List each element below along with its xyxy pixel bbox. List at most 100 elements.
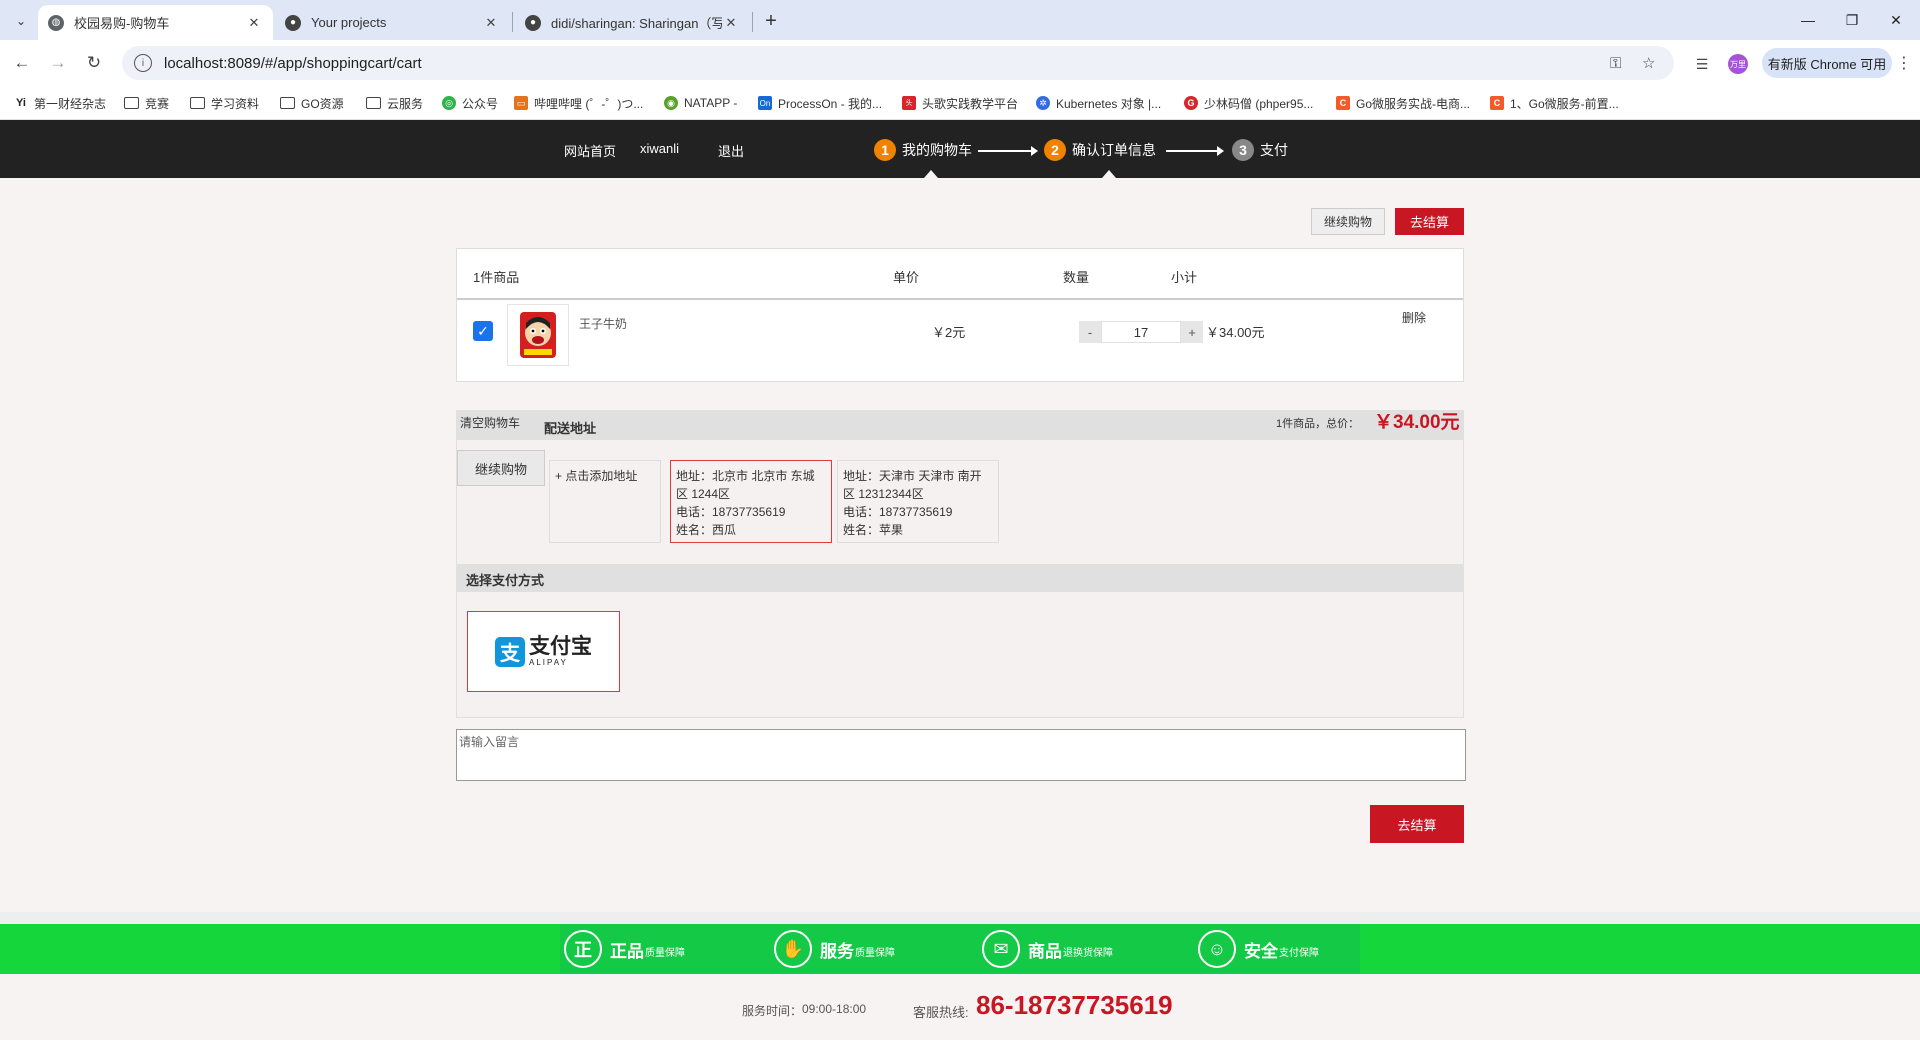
folder-icon: [366, 97, 381, 109]
mail-icon: ✉: [982, 930, 1020, 968]
product-price: ￥2元: [932, 325, 966, 340]
product-name[interactable]: 王子牛奶: [579, 315, 627, 332]
tab-separator: [752, 12, 753, 32]
bookmark-label: 学习资料: [211, 96, 260, 111]
media-playlist-icon[interactable]: ☰: [1692, 54, 1712, 74]
folder-icon: [280, 97, 295, 109]
bookmark-label: Kubernetes 对象 |...: [1056, 96, 1162, 111]
bookmark-star-icon[interactable]: ☆: [1642, 46, 1655, 80]
wechat-icon: ◎: [442, 96, 456, 110]
service-time-label: 服务时间：: [742, 1004, 803, 1018]
arrow-right-icon: [1031, 146, 1038, 156]
promise-strip: 正 正品 质量保障 ✋ 服务 质量保障 ✉ 商品 退换货保障 ☺ 安全 支付保障: [560, 924, 1360, 974]
bookmark-label: 公众号: [462, 96, 499, 111]
tab-separator: [512, 12, 513, 32]
bookmark-folder[interactable]: 学习资料: [190, 94, 259, 112]
password-key-icon[interactable]: ⚿: [1610, 46, 1621, 80]
new-tab-button[interactable]: +: [758, 8, 784, 34]
summary-total: ￥34.00元: [1374, 412, 1460, 433]
checkout-button-bottom[interactable]: 去结算: [1370, 805, 1464, 843]
address-card[interactable]: 地址：天津市 天津市 南开区 12312344区 电话：18737735619 …: [837, 460, 999, 543]
address-line: 地址：北京市 北京市 东城区 1244区: [676, 469, 815, 501]
continue-shopping-button-2[interactable]: 继续购物: [457, 450, 545, 486]
bookmark-item[interactable]: ◎ 公众号: [442, 94, 498, 112]
tab-title: didi/sharingan: Sharingan（写: [551, 16, 722, 31]
cart-table-header: 1件商品 单价 数量 小计: [457, 249, 1463, 300]
restore-icon[interactable]: ❐: [1830, 6, 1874, 34]
bookmark-folder[interactable]: 竞赛: [124, 94, 169, 112]
csdn-icon: C: [1336, 96, 1350, 110]
bookmark-label: 云服务: [387, 96, 424, 111]
promise-main: 商品: [1028, 941, 1062, 961]
bookmark-label: 哔哩哔哩 (゜-゜)つ...: [534, 96, 644, 111]
address-bar[interactable]: i localhost:8089/#/app/shoppingcart/cart…: [122, 46, 1674, 80]
alipay-option[interactable]: 支 支付宝 ALIPAY: [467, 611, 620, 692]
step-arrow: [978, 150, 1032, 152]
bookmark-item[interactable]: G 少林码僧 (phper95...: [1184, 94, 1313, 112]
checkout-button-top[interactable]: 去结算: [1395, 208, 1464, 235]
site-info-icon[interactable]: i: [134, 54, 152, 72]
continue-shopping-button[interactable]: 继续购物: [1311, 208, 1385, 235]
browser-toolbar: ← → ↻ i localhost:8089/#/app/shoppingcar…: [0, 40, 1920, 86]
footer-promises: 正 正品 质量保障 ✋ 服务 质量保障 ✉ 商品 退换货保障 ☺ 安全 支付保障: [0, 924, 1920, 974]
bookmark-item[interactable]: ▭ 哔哩哔哩 (゜-゜)つ...: [514, 94, 643, 112]
bookmark-item[interactable]: On ProcessOn - 我的...: [758, 94, 882, 112]
clear-cart-link[interactable]: 清空购物车: [460, 414, 520, 431]
avatar[interactable]: 万里: [1728, 54, 1748, 74]
address-name: 姓名：西瓜: [676, 523, 737, 537]
item-checkbox[interactable]: ✓: [473, 321, 493, 341]
qty-minus-button[interactable]: -: [1079, 321, 1101, 343]
product-subtotal: ￥34.00元: [1206, 325, 1265, 340]
shaolin-icon: G: [1184, 96, 1198, 110]
bookmark-item[interactable]: Yi 第一财经杂志: [14, 94, 106, 112]
bookmark-item[interactable]: C 1、Go微服务-前置...: [1490, 94, 1619, 112]
folder-icon: [190, 97, 205, 109]
zheng-icon: 正: [564, 930, 602, 968]
delete-link[interactable]: 删除: [1402, 309, 1426, 326]
promise-item: ✋ 服务 质量保障: [774, 930, 895, 968]
qty-plus-button[interactable]: +: [1181, 321, 1203, 343]
qty-input[interactable]: 17: [1101, 321, 1181, 343]
step-label: 支付: [1260, 142, 1288, 158]
tab-your-projects[interactable]: ● Your projects ✕: [275, 5, 510, 40]
minimize-icon[interactable]: —: [1786, 6, 1830, 34]
close-icon[interactable]: ✕: [482, 14, 500, 32]
site-header: 网站首页 xiwanli 退出 1 我的购物车 2 确认订单信息 3 支付: [0, 120, 1920, 178]
nav-home-link[interactable]: 网站首页: [564, 141, 616, 160]
nav-logout-link[interactable]: 退出: [718, 141, 744, 160]
bookmark-folder[interactable]: 云服务: [366, 94, 423, 112]
more-menu-icon[interactable]: ⋮: [1896, 52, 1912, 74]
folder-icon: [124, 97, 139, 109]
step-pay: 3 支付: [1232, 139, 1288, 161]
bookmark-label: GO资源: [301, 96, 344, 111]
hotline-label: 客服热线:: [913, 1005, 969, 1020]
nav-user-link[interactable]: xiwanli: [640, 141, 679, 156]
tab-sharingan[interactable]: ● didi/sharingan: Sharingan（写 ✕: [515, 5, 750, 40]
message-textarea[interactable]: 请输入留言: [456, 729, 1466, 781]
bookmark-label: 竞赛: [145, 96, 170, 111]
bookmark-item[interactable]: ◉ NATAPP -: [664, 94, 737, 112]
tab-cart[interactable]: ◍ 校园易购-购物车 ✕: [38, 5, 273, 40]
back-icon[interactable]: ←: [8, 49, 36, 77]
address-card-selected[interactable]: 地址：北京市 北京市 东城区 1244区 电话：18737735619 姓名：西…: [670, 460, 832, 543]
cart-summary-bar: 清空购物车 配送地址 1件商品，总价： ￥34.00元: [456, 410, 1464, 440]
step-confirm: 2 确认订单信息: [1044, 139, 1156, 161]
bookmark-folder[interactable]: GO资源: [280, 94, 344, 112]
address-line: 地址：天津市 天津市 南开区 12312344区: [843, 469, 982, 501]
close-icon[interactable]: ✕: [722, 14, 740, 32]
window-close-icon[interactable]: ✕: [1874, 6, 1918, 34]
kubernetes-icon: ✲: [1036, 96, 1050, 110]
tab-search-icon[interactable]: ⌄: [8, 8, 34, 34]
add-address-card[interactable]: + 点击添加地址: [549, 460, 661, 543]
step-number: 2: [1044, 139, 1066, 161]
reload-icon[interactable]: ↻: [80, 49, 108, 77]
close-icon[interactable]: ✕: [245, 14, 263, 32]
chrome-update-button[interactable]: 有新版 Chrome 可用: [1762, 48, 1892, 78]
forward-icon[interactable]: →: [44, 49, 72, 77]
step-label: 我的购物车: [902, 142, 972, 158]
bookmark-item[interactable]: ✲ Kubernetes 对象 |...: [1036, 94, 1161, 112]
step-number: 1: [874, 139, 896, 161]
bookmark-item[interactable]: 头 头歌实践教学平台: [902, 94, 1018, 112]
bookmark-item[interactable]: C Go微服务实战-电商...: [1336, 94, 1470, 112]
url-text[interactable]: localhost:8089/#/app/shoppingcart/cart: [164, 55, 422, 72]
